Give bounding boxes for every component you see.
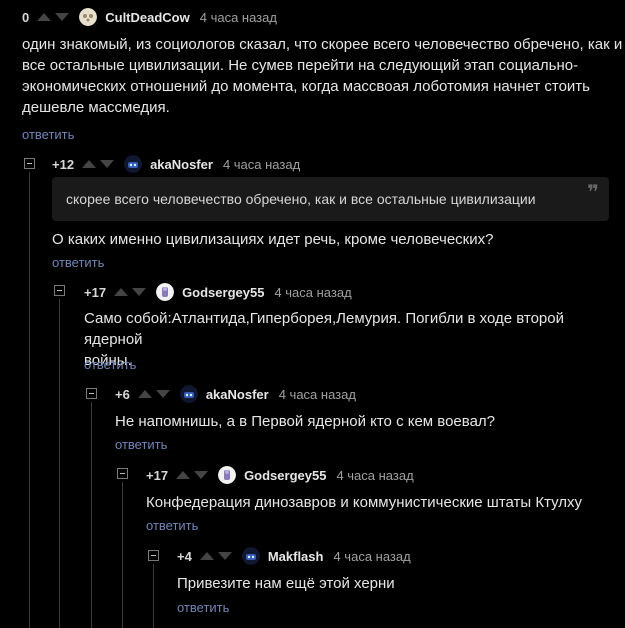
comment-author[interactable]: CultDeadCow [105, 10, 190, 25]
downvote-icon[interactable] [217, 552, 232, 560]
collapse-thread-button[interactable] [24, 158, 35, 169]
collapse-thread-button[interactable] [148, 550, 159, 561]
comment-body: О каких именно цивилизациях идет речь, к… [52, 229, 493, 250]
comment-line: Само собой:Атлантида,Гиперборея,Лемурия.… [84, 310, 564, 348]
comment-time[interactable]: 4 часа назад [200, 10, 277, 25]
reply-link[interactable]: ответить [52, 255, 104, 270]
downvote-icon[interactable] [155, 390, 170, 398]
comment-line: Не напомнишь, а в Первой ядерной кто с к… [115, 413, 496, 430]
comment-line: дешевле массмедия. [22, 99, 170, 116]
comment-author[interactable]: akaNosfer [150, 157, 213, 172]
comment-rating: +12 [52, 156, 75, 172]
collapse-thread-button[interactable] [54, 285, 65, 296]
thread-line[interactable] [91, 402, 92, 628]
thread-line[interactable] [122, 482, 123, 628]
comment-author[interactable]: Godsergey55 [182, 285, 264, 300]
comment-line: все остальные цивилизации. Не сумев пере… [22, 57, 579, 74]
comment-rating: +17 [84, 284, 107, 300]
comment-body: Привезите нам ещё этой херни [177, 573, 395, 594]
comment-rating: +6 [115, 386, 130, 402]
avatar[interactable] [218, 466, 237, 484]
downvote-icon[interactable] [55, 13, 70, 21]
downvote-icon[interactable] [132, 288, 147, 296]
upvote-icon[interactable] [37, 13, 52, 21]
comment-meta: +17 Godsergey55 4 часа назад [146, 466, 414, 484]
avatar[interactable] [124, 155, 143, 173]
upvote-icon[interactable] [137, 390, 152, 398]
thread-line[interactable] [153, 564, 154, 628]
comment-meta: 0 CultDeadCow 4 часа назад [22, 8, 277, 26]
comment-body: Не напомнишь, а в Первой ядерной кто с к… [115, 411, 495, 432]
comment-meta: +17 Godsergey55 4 часа назад [84, 283, 352, 301]
comment-line: войны. [84, 352, 132, 369]
comment-body: один знакомый, из социологов сказал, что… [22, 34, 622, 118]
comment-line: О каких именно цивилизациях идет речь, к… [52, 231, 494, 248]
avatar[interactable] [241, 547, 260, 565]
reply-link[interactable]: ответить [84, 357, 136, 372]
comment-time[interactable]: 4 часа назад [333, 549, 410, 564]
reply-link[interactable]: ответить [22, 127, 74, 142]
comment-line: Конфедерация динозавров и коммунистическ… [146, 494, 583, 511]
comment-rating: +17 [146, 467, 169, 483]
quote-icon: ❞ [587, 182, 599, 204]
upvote-icon[interactable] [176, 471, 191, 479]
comment-line: Привезите нам ещё этой херни [177, 575, 395, 592]
comment-body: Конфедерация динозавров и коммунистическ… [146, 492, 582, 513]
reply-link[interactable]: ответить [146, 518, 198, 533]
upvote-icon[interactable] [82, 160, 97, 168]
reply-link[interactable]: ответить [115, 437, 167, 452]
comment-time[interactable]: 4 часа назад [274, 285, 351, 300]
downvote-icon[interactable] [194, 471, 209, 479]
comment-time[interactable]: 4 часа назад [336, 468, 413, 483]
comment-line: один знакомый, из социологов сказал, что… [22, 36, 623, 53]
avatar[interactable] [179, 385, 198, 403]
comment-body: Само собой:Атлантида,Гиперборея,Лемурия.… [84, 308, 625, 371]
quote-text: скорее всего человечество обречено, как … [66, 191, 536, 207]
thread-line[interactable] [29, 172, 30, 628]
comment-author[interactable]: akaNosfer [206, 387, 269, 402]
reply-link[interactable]: ответить [177, 600, 229, 615]
upvote-icon[interactable] [199, 552, 214, 560]
comment-rating: +4 [177, 548, 192, 564]
comment-author[interactable]: Godsergey55 [244, 468, 326, 483]
comment-time[interactable]: 4 часа назад [279, 387, 356, 402]
comment-time[interactable]: 4 часа назад [223, 157, 300, 172]
comment-line: экономических отношений до момента, когд… [22, 78, 590, 95]
downvote-icon[interactable] [100, 160, 115, 168]
comment-meta: +4 Makflash 4 часа назад [177, 547, 411, 565]
avatar[interactable] [156, 283, 175, 301]
comment-rating: 0 [22, 9, 30, 25]
comment-meta: +6 akaNosfer 4 часа назад [115, 385, 356, 403]
upvote-icon[interactable] [114, 288, 129, 296]
comment-author[interactable]: Makflash [268, 549, 324, 564]
quote-block: скорее всего человечество обречено, как … [52, 177, 609, 221]
collapse-thread-button[interactable] [86, 388, 97, 399]
thread-line[interactable] [59, 299, 60, 628]
avatar[interactable] [79, 8, 98, 26]
collapse-thread-button[interactable] [117, 468, 128, 479]
comment-meta: +12 akaNosfer 4 часа назад [52, 155, 300, 173]
